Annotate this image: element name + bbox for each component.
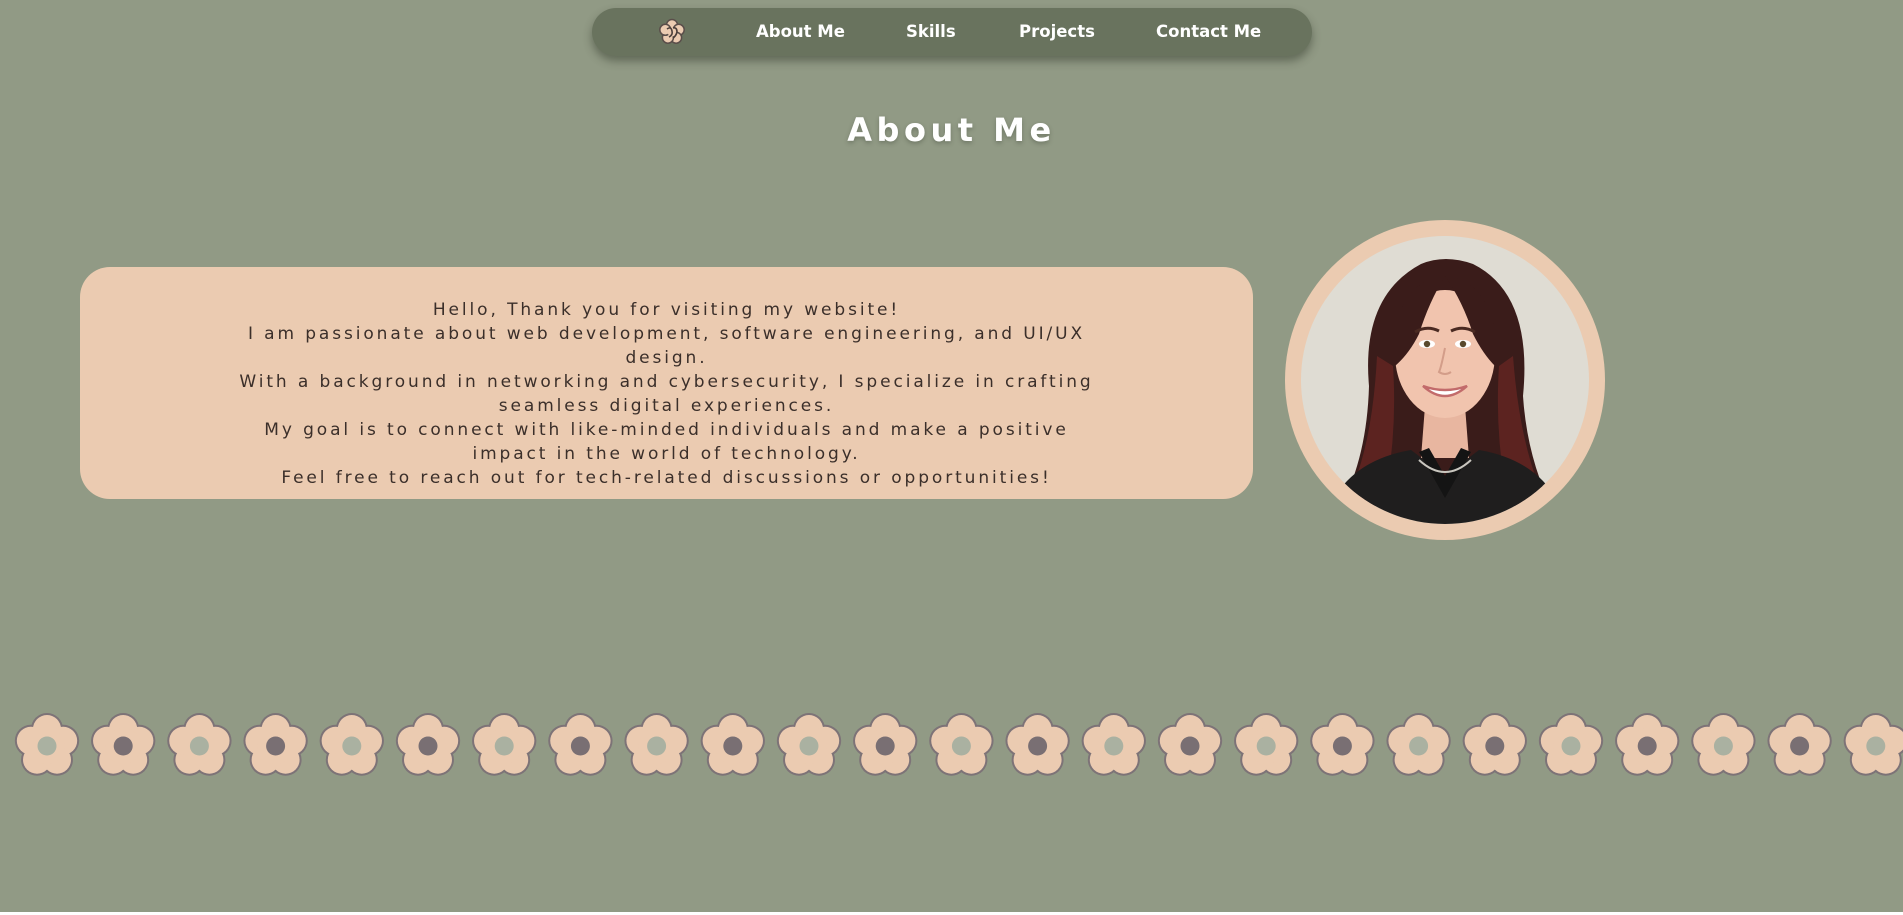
nav-link-projects[interactable]: Projects <box>1019 21 1095 43</box>
flower-center <box>1485 736 1505 756</box>
flower-center <box>1561 736 1581 756</box>
flower-center <box>1637 736 1657 756</box>
intro-line-greeting: Hello, Thank you for visiting my website… <box>432 300 901 320</box>
flower-icon <box>624 713 689 776</box>
flower-center <box>570 736 590 756</box>
flower-center <box>266 736 286 756</box>
flower-center <box>875 736 895 756</box>
intro-line-contact: Feel free to reach out for tech-related … <box>281 468 1052 488</box>
flower-icon <box>1767 713 1832 776</box>
intro-line-passion: I am passionate about web development, s… <box>247 324 1086 368</box>
page-title: About Me <box>847 111 1056 149</box>
profile-photo <box>1285 220 1605 540</box>
flower-icon <box>548 713 613 776</box>
intro-card: Hello, Thank you for visiting my website… <box>80 267 1253 499</box>
flower-center <box>1866 736 1886 756</box>
flower-icon <box>1005 713 1070 776</box>
flower-center <box>1256 736 1276 756</box>
top-navigation-bar: About Me Skills Projects Contact Me <box>592 8 1312 56</box>
flower-center <box>799 736 819 756</box>
flower-center <box>951 736 971 756</box>
flower-row-graphic <box>14 713 1903 776</box>
flower-icon <box>1615 713 1680 776</box>
profile-photo-illustration <box>1301 236 1589 524</box>
flower-icon <box>700 713 765 776</box>
flower-icon <box>776 713 842 776</box>
flower-logo-icon[interactable] <box>656 18 688 46</box>
nav-link-skills[interactable]: Skills <box>906 21 956 43</box>
flower-center <box>1332 736 1352 756</box>
flower-icon <box>1386 713 1451 776</box>
flower-icon <box>1538 713 1604 776</box>
flower-icon <box>91 713 156 776</box>
flower-icon <box>1310 713 1375 776</box>
flower-center <box>1713 736 1733 756</box>
flower-center <box>1790 736 1810 756</box>
flower-icon <box>1081 713 1146 776</box>
flower-center <box>113 736 133 756</box>
flower-icon <box>1691 713 1756 776</box>
flower-icon <box>167 713 232 776</box>
flower-icon <box>243 713 308 776</box>
flower-center <box>1409 736 1429 756</box>
flower-icon <box>1157 713 1223 776</box>
flower-center <box>1104 736 1124 756</box>
nav-link-contact-me[interactable]: Contact Me <box>1156 21 1261 43</box>
flower-center <box>494 736 514 756</box>
flower-center <box>342 736 362 756</box>
flower-icon <box>929 713 994 776</box>
flower-center <box>189 736 209 756</box>
flower-icon <box>1234 713 1299 776</box>
flower-center <box>647 736 667 756</box>
flower-center <box>723 736 743 756</box>
flower-center <box>1180 736 1200 756</box>
flower-icon <box>1843 713 1903 776</box>
about-page: About Me Skills Projects Contact Me Abou… <box>0 0 1903 915</box>
flower-border <box>0 708 1903 784</box>
flower-center <box>1028 736 1048 756</box>
flower-icon <box>319 713 384 776</box>
nav-link-about-me[interactable]: About Me <box>756 21 845 43</box>
flower-icon <box>853 713 918 776</box>
flower-center <box>37 736 57 756</box>
intro-line-goal: My goal is to connect with like-minded i… <box>264 420 1069 464</box>
flower-icon <box>14 713 80 776</box>
intro-line-background: With a background in networking and cybe… <box>239 372 1094 416</box>
flower-icon <box>472 713 537 776</box>
flower-icon <box>1462 713 1527 776</box>
flower-icon <box>395 713 461 776</box>
flower-center <box>418 736 438 756</box>
